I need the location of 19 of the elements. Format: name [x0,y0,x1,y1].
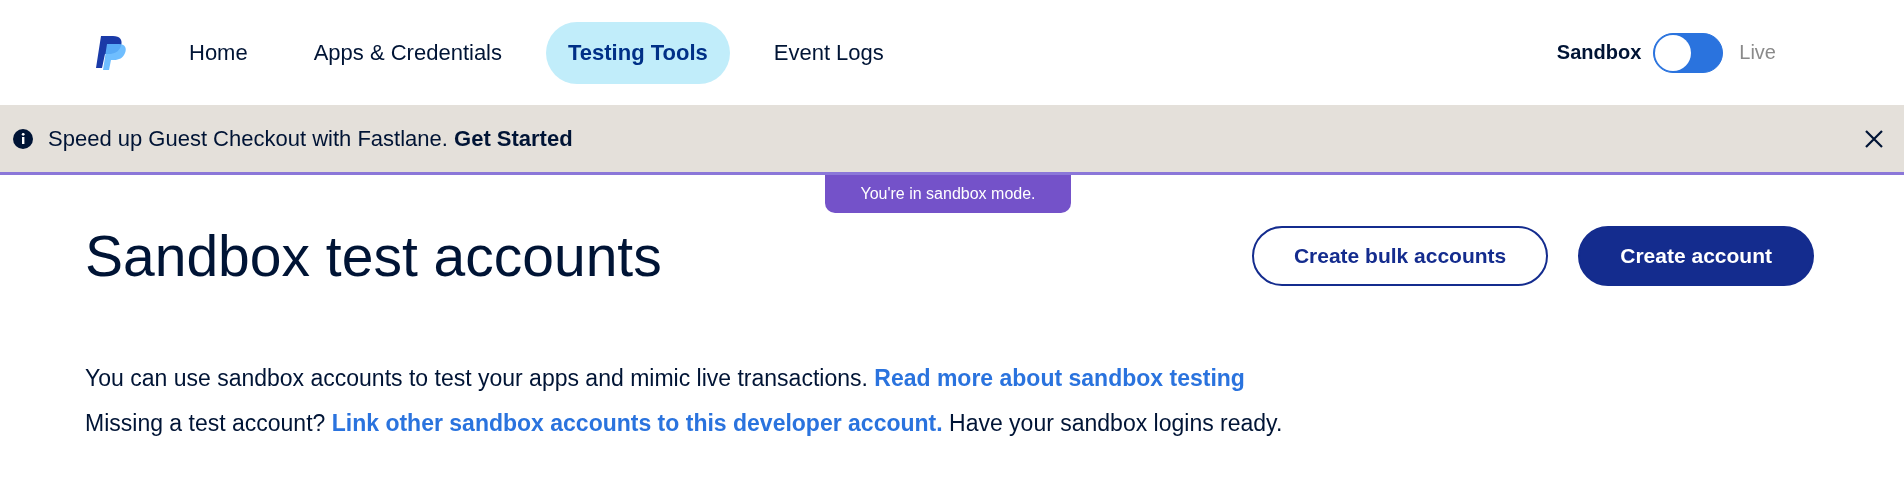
create-bulk-button[interactable]: Create bulk accounts [1251,226,1549,286]
environment-toggle[interactable] [1653,32,1724,73]
nav-tab[interactable]: Apps & Credentials [291,21,524,84]
toggle-label: Live [1739,41,1776,64]
page-heading: Sandbox test accounts [85,223,663,289]
paypal-logo[interactable] [95,33,127,72]
banner-text: Speed up Guest Checkout with Fastlane. Get Started [48,125,574,152]
close-icon[interactable] [1864,128,1884,149]
description-text: You can use sandbox accounts to test your apps and mimic live transactions. Read more about sandbox testing [85,365,1246,392]
nav-tab[interactable]: Event Logs [751,21,906,84]
text-link[interactable]: Link other sandbox accounts to this developer account. [331,410,943,436]
mode-notice: You're in sandbox mode. [825,175,1071,213]
info-icon [12,127,34,150]
create-account-button[interactable]: Create account [1578,226,1814,286]
text-link[interactable]: Read more about sandbox testing [874,365,1245,391]
nav-tab[interactable]: Home [167,21,270,84]
description-text: Missing a test account? Link other sandbox accounts to this developer account. Have your sandbox logins ready. [85,410,1284,437]
nav-tab[interactable]: Testing Tools [546,21,730,84]
toggle-label: Sandbox [1556,41,1642,64]
